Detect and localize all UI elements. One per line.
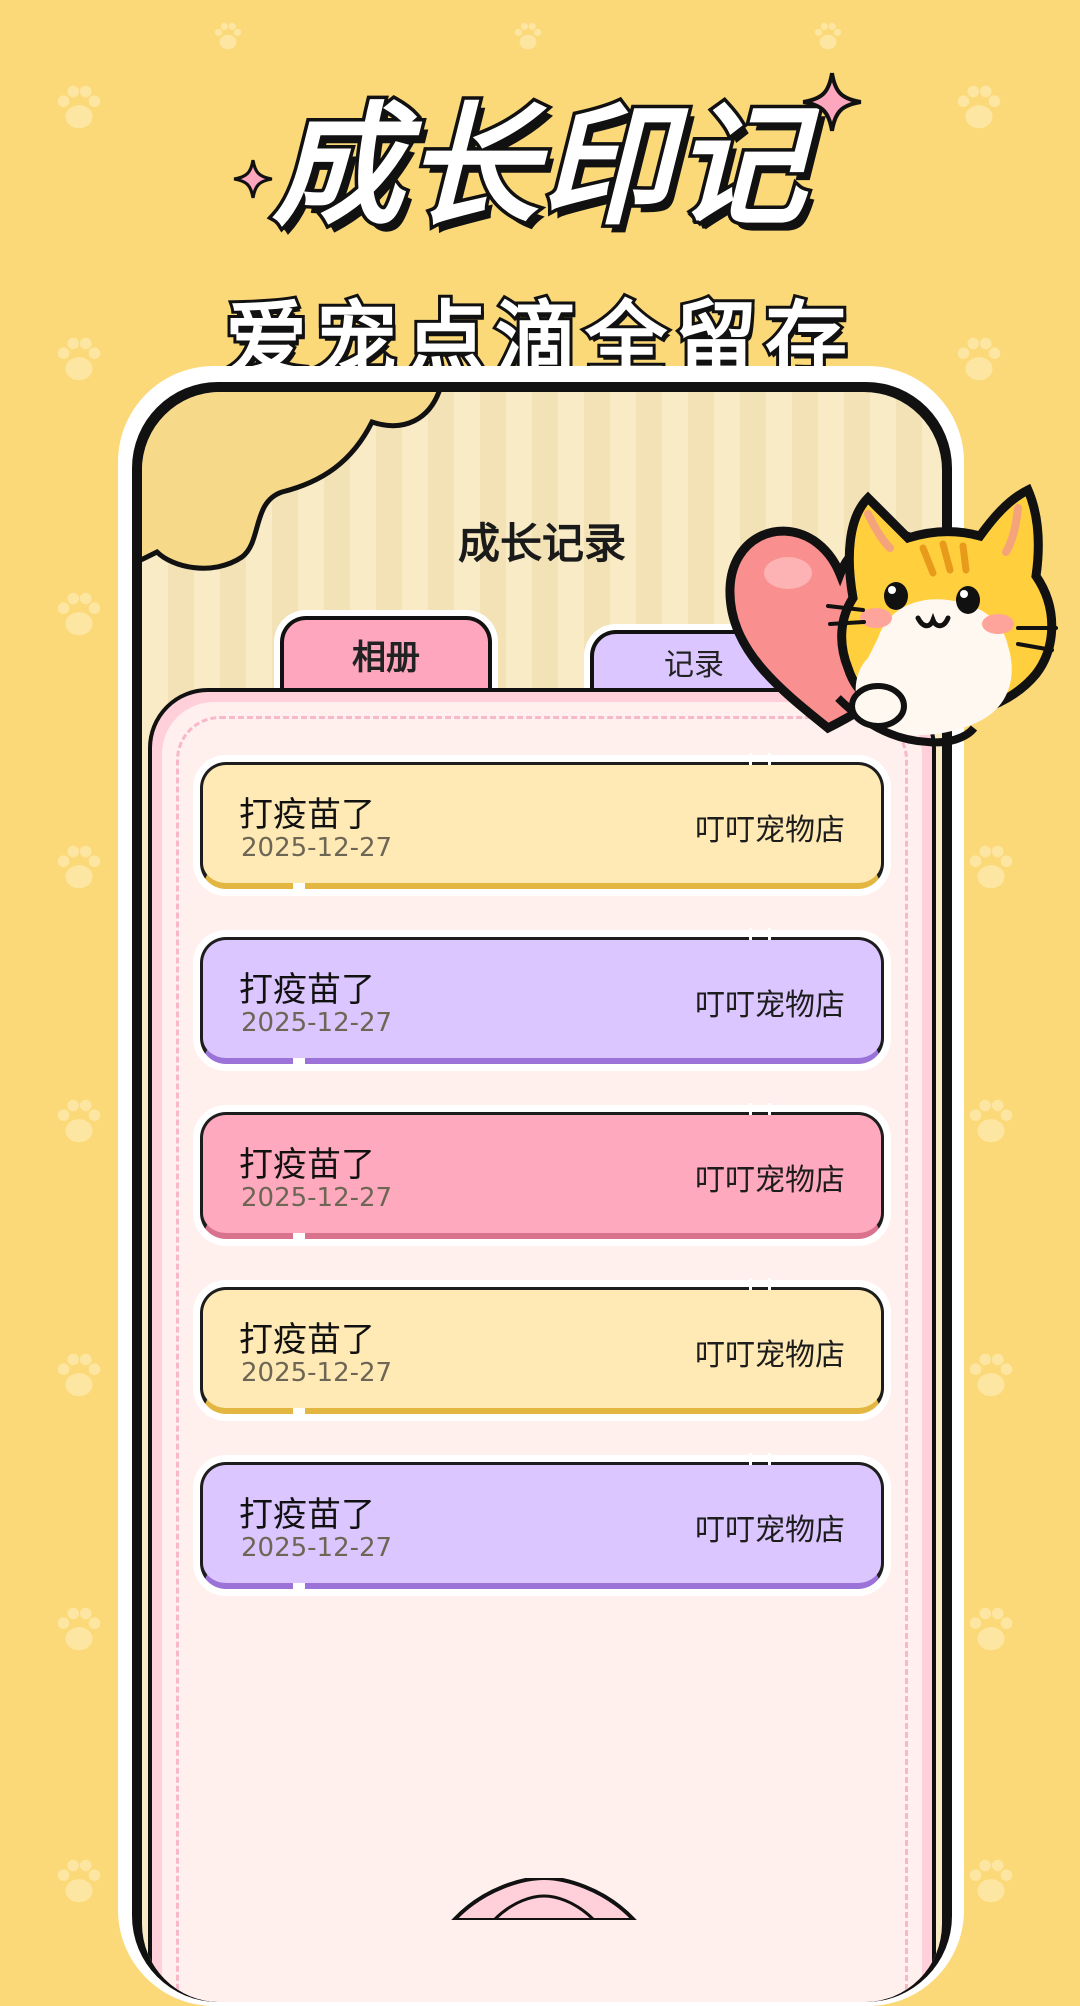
promo-title: 成长印记 [269,87,810,248]
card-notch [749,753,771,765]
sparkle-icon [233,159,273,199]
record-panel-inner: 打疫苗了 2025-12-27 叮叮宠物店 打疫苗了 2025-12-27 叮叮… [162,702,922,2002]
record-date: 2025-12-27 [241,1183,393,1213]
paw-icon [969,1353,1013,1397]
record-name: 打疫苗了 [239,795,375,835]
paw-icon [514,22,542,50]
paw-icon [57,845,101,889]
record-date: 2025-12-27 [241,1008,393,1038]
paw-icon [57,1353,101,1397]
record-name: 打疫苗了 [239,970,375,1010]
card-notch [293,1058,305,1070]
paw-icon [969,845,1013,889]
record-shop: 叮叮宠物店 [695,1163,845,1198]
record-shop: 叮叮宠物店 [695,813,845,848]
paw-icon [969,1099,1013,1143]
sparkle-icon [802,72,862,132]
card-notch [749,1103,771,1115]
paw-icon [57,1607,101,1651]
card-notch [749,928,771,940]
record-panel: 打疫苗了 2025-12-27 叮叮宠物店 打疫苗了 2025-12-27 叮叮… [148,688,936,2002]
card-notch [293,1408,305,1420]
paw-icon [57,592,101,636]
record-card[interactable]: 打疫苗了 2025-12-27 叮叮宠物店 [200,1278,884,1420]
record-shop: 叮叮宠物店 [695,1513,845,1548]
paw-icon [969,1859,1013,1903]
card-notch [293,883,305,895]
paw-icon [57,1099,101,1143]
record-date: 2025-12-27 [241,833,393,863]
paw-icon [57,1859,101,1903]
record-card[interactable]: 打疫苗了 2025-12-27 叮叮宠物店 [200,1103,884,1245]
record-shop: 叮叮宠物店 [695,1338,845,1373]
cat-heart-mascot [725,483,1058,747]
record-shop: 叮叮宠物店 [695,988,845,1023]
record-card[interactable]: 打疫苗了 2025-12-27 叮叮宠物店 [200,753,884,895]
record-card[interactable]: 打疫苗了 2025-12-27 叮叮宠物店 [200,1453,884,1595]
card-notch [293,1583,305,1595]
card-notch [749,1453,771,1465]
paw-icon [969,1607,1013,1651]
record-name: 打疫苗了 [239,1320,375,1360]
record-card[interactable]: 打疫苗了 2025-12-27 叮叮宠物店 [200,928,884,1070]
record-name: 打疫苗了 [239,1495,375,1535]
paw-icon [214,22,242,50]
card-notch [749,1278,771,1290]
record-list: 打疫苗了 2025-12-27 叮叮宠物店 打疫苗了 2025-12-27 叮叮… [200,753,884,1637]
record-date: 2025-12-27 [241,1533,393,1563]
bottom-decoration [451,1878,637,1920]
promo-headline: 成长印记 爱宠点滴全留存 [0,60,1080,392]
paw-icon [814,22,842,50]
card-notch [293,1233,305,1245]
record-name: 打疫苗了 [239,1145,375,1185]
record-date: 2025-12-27 [241,1358,393,1388]
tab-album[interactable]: 相册 [280,616,492,698]
